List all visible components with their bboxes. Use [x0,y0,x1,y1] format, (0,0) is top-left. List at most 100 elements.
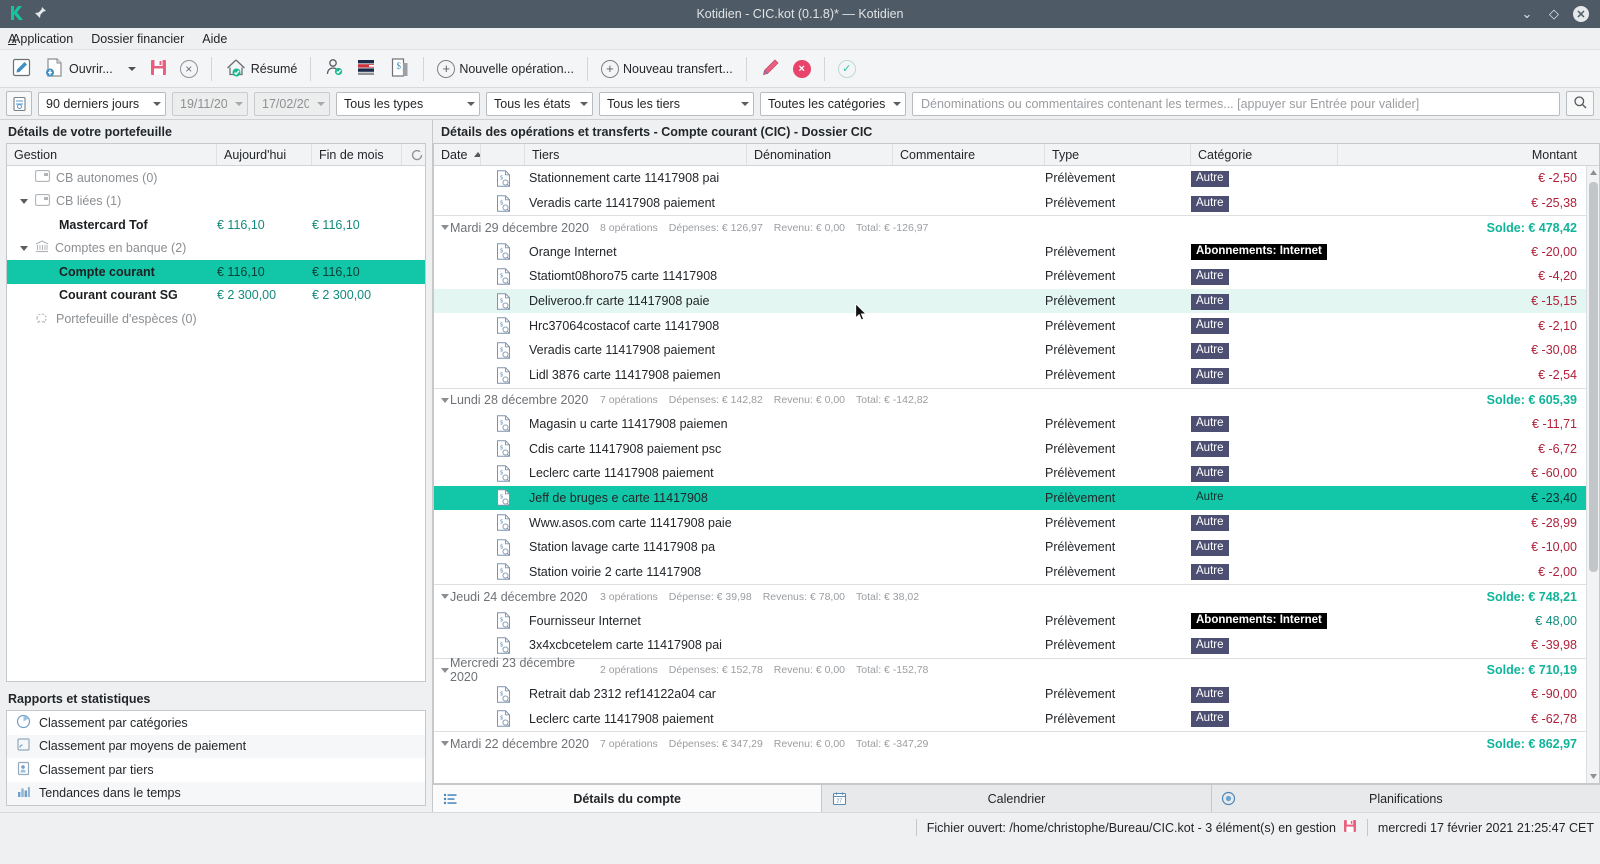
category-badge: Autre [1191,515,1229,532]
operation-row[interactable]: $ Fournisseur Internet Prélèvement Abonneme… [434,608,1586,633]
report-item-trends[interactable]: Tendances dans le temps [7,781,425,805]
close-file-button[interactable]: × [175,54,203,84]
column-fin-de-mois[interactable]: Fin de mois [312,144,402,165]
scroll-down-button[interactable] [1587,770,1599,783]
group-collapse-toggle[interactable] [434,397,450,403]
group-collapse-toggle[interactable] [434,667,450,673]
operation-row[interactable]: $ Magasin u carte 11417908 paiemen Prélève… [434,412,1586,437]
tree-row-compte-courant[interactable]: Compte courant € 116,10 € 116,10 [7,260,425,284]
tree-row-courant-courant-sg[interactable]: Courant courant SG € 2 300,00 € 2 300,00 [7,284,425,308]
new-document-button[interactable] [6,54,37,84]
column-aujourdhui[interactable]: Aujourd'hui [217,144,312,165]
floppy-save-icon[interactable] [1343,819,1357,836]
close-button[interactable]: ✕ [1573,6,1589,22]
operation-group-header[interactable]: Mardi 29 décembre 2020 8 opérations Dépens… [434,215,1586,239]
open-dropdown-button[interactable] [120,54,142,84]
date-from-field[interactable]: 19/11/2020 [172,91,248,116]
new-transfer-button[interactable]: + Nouveau transfert... [596,54,738,84]
new-operation-button[interactable]: + Nouvelle opération... [432,54,579,84]
vertical-scrollbar[interactable] [1586,166,1599,783]
operation-group-header[interactable]: Jeudi 24 décembre 2020 3 opérations Dépens… [434,584,1586,608]
categories-button[interactable] [351,54,383,84]
scrollbar-thumb[interactable] [1589,182,1598,572]
operation-row[interactable]: $ Lidl 3876 carte 11417908 paiemen Prélève… [434,363,1586,388]
third-parties-select[interactable]: Tous les tiers [599,91,754,116]
delete-button[interactable]: × [788,54,816,84]
column-type[interactable]: Type [1045,144,1191,165]
report-item-third-parties[interactable]: Classement par tiers [7,758,425,782]
column-icon[interactable] [481,144,525,165]
operation-row[interactable]: $ Orange Internet Prélèvement Abonnements: … [434,239,1586,264]
operation-group-header[interactable]: Mardi 22 décembre 2020 7 opérations Dépens… [434,731,1586,755]
search-button[interactable] [1566,91,1594,116]
operation-row[interactable]: $ Retrait dab 2312 ref14122a04 car Prélève… [434,682,1586,707]
column-denomination[interactable]: Dénomination [747,144,893,165]
operation-row[interactable]: $3x4xcbcetelem carte 11417908 pai Prélève… [434,633,1586,658]
menu-application[interactable]: AApplication [8,32,73,46]
column-commentaire[interactable]: Commentaire [893,144,1045,165]
minimize-button[interactable]: ⌄ [1519,6,1535,22]
tree-expand-toggle[interactable] [17,198,31,204]
date-to-field[interactable]: 17/02/2021 [254,91,330,116]
tree-row[interactable]: Portefeuille d'espèces (0) [7,307,425,331]
tree-row[interactable]: CB liées (1) [7,190,425,214]
operation-row[interactable]: $ Deliveroo.fr carte 11417908 paie Prélève… [434,288,1586,314]
column-gestion[interactable]: Gestion [7,144,217,165]
operation-row[interactable]: $ Statiomt08horo75 carte 11417908 Prélèvem… [434,264,1586,289]
operation-group-header[interactable]: Lundi 28 décembre 2020 7 opérations Dépens… [434,387,1586,412]
column-date[interactable]: Date [434,144,481,165]
states-select[interactable]: Tous les états [486,91,593,116]
menu-aide[interactable]: Aide [202,32,227,46]
edit-button[interactable] [755,54,786,84]
scroll-up-button[interactable] [1587,166,1599,179]
operation-row[interactable]: $ Hrc37064costacof carte 11417908 Prélèvem… [434,313,1586,338]
third-parties-button[interactable] [319,54,349,84]
group-collapse-toggle[interactable] [434,594,450,600]
group-collapse-toggle[interactable] [434,741,450,747]
validate-button[interactable]: ✓ [833,54,861,84]
refresh-icon[interactable] [402,144,425,165]
categories-select[interactable]: Toutes les catégories [760,91,906,116]
operation-row[interactable]: $ Cdis carte 11417908 paiement psc Prélève… [434,436,1586,461]
report-item-categories[interactable]: Classement par catégories [7,711,425,735]
maximize-button[interactable]: ◇ [1546,6,1562,22]
tab-calendrier[interactable]: 27 Calendrier [822,785,1212,812]
group-collapse-toggle[interactable] [434,225,450,231]
search-input[interactable]: Dénominations ou commentaires contenant … [912,91,1560,116]
types-select[interactable]: Tous les types [336,91,480,116]
operation-row[interactable]: $ Www.asos.com carte 11417908 paie Prélève… [434,510,1586,535]
tab-details-du-compte[interactable]: Détails du compte [433,785,823,812]
menu-dossier-financier[interactable]: Dossier financier [91,32,184,46]
operation-row[interactable]: $ Veradis carte 11417908 paiement Prélèvem… [434,338,1586,363]
operation-row[interactable]: $ Leclerc carte 11417908 paiement Prélèvem… [434,706,1586,731]
summary-button[interactable]: Résumé [220,54,303,84]
pin-icon[interactable] [33,6,47,23]
operation-row[interactable]: $ Veradis carte 11417908 paiement Prélèvem… [434,191,1586,216]
tree-row[interactable]: CB autonomes (0) [7,166,425,190]
category-badge: Autre [1191,416,1229,433]
report-item-payment-means[interactable]: Classement par moyens de paiement [7,734,425,758]
tab-planifications[interactable]: Planifications [1211,785,1600,812]
open-button[interactable]: Ouvrir... [39,54,118,84]
save-button[interactable] [144,54,173,84]
tree-expand-toggle[interactable] [17,245,31,251]
tree-row[interactable]: Comptes en banque (2) [7,237,425,261]
column-categorie[interactable]: Catégorie [1191,144,1338,165]
operation-amount: € -4,20 [1538,269,1577,284]
operation-document-icon: $ [481,489,525,507]
new-document-icon [11,57,32,81]
payment-means-button[interactable]: $ [385,54,415,84]
category-badge: Autre [1191,195,1229,212]
operation-group-header[interactable]: Mercredi 23 décembre 2020 2 opérations Dép… [434,656,1586,684]
panel-toggle-icon[interactable] [6,91,32,116]
period-select[interactable]: 90 derniers jours [38,91,166,116]
operation-row[interactable]: $ Station voirie 2 carte 11417908 Prélèvem… [434,560,1586,585]
operation-row[interactable]: $ Station lavage carte 11417908 pa Prélève… [434,535,1586,560]
operation-row[interactable]: $ Stationnement carte 11417908 pai Prélève… [434,166,1586,191]
operation-row[interactable]: $ Jeff de bruges e carte 11417908 Prélèvem… [434,485,1586,511]
category-badge: Autre [1191,441,1229,458]
column-tiers[interactable]: Tiers [525,144,747,165]
tree-row-mastercard-tof[interactable]: Mastercard Tof € 116,10 € 116,10 [7,213,425,237]
operation-row[interactable]: $ Leclerc carte 11417908 paiement Prélèvem… [434,461,1586,486]
column-montant[interactable]: Montant [1338,144,1599,165]
